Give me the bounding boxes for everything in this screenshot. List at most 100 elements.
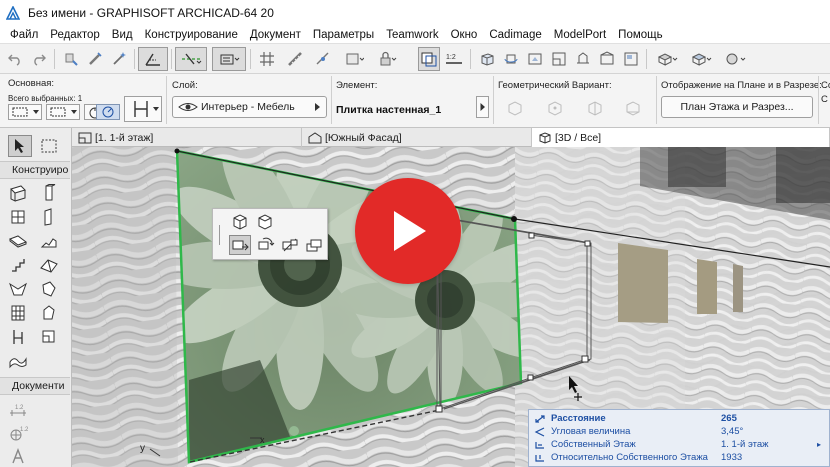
shell-tool[interactable] xyxy=(7,279,29,299)
snap-guides-button[interactable] xyxy=(175,47,207,71)
lock-button[interactable] xyxy=(374,47,402,71)
shading-mode-button[interactable] xyxy=(652,47,682,71)
design-tools-header[interactable]: Конструиро xyxy=(0,161,70,179)
wall-tool[interactable] xyxy=(7,183,29,203)
snap-guides-icon xyxy=(182,53,202,65)
tab-3d-view[interactable]: [3D / Все] xyxy=(532,128,830,147)
tab-south-elevation-label: [Южный Фасад] xyxy=(325,131,402,144)
transform-method-dropdown[interactable] xyxy=(46,104,80,120)
trace-button[interactable] xyxy=(418,47,440,71)
geometry-variant-3[interactable] xyxy=(584,98,606,118)
marquee-tool[interactable] xyxy=(38,136,60,156)
geometry-variant-1[interactable] xyxy=(504,98,526,118)
edit-plane-button[interactable] xyxy=(212,47,246,71)
arrow-tool[interactable] xyxy=(8,135,32,157)
selected-count-label: Всего выбранных: 1 xyxy=(8,94,83,103)
dimension-scale-button[interactable]: 1:2 xyxy=(442,47,466,71)
render-button[interactable] xyxy=(720,47,750,71)
chevron-right-icon[interactable]: ▸ xyxy=(817,440,821,449)
rectangle-method-icon xyxy=(12,107,39,117)
zone-tool[interactable] xyxy=(7,327,29,347)
menu-help[interactable]: Помощь xyxy=(612,29,668,41)
magic-wand-button[interactable] xyxy=(108,47,130,71)
object-tool[interactable] xyxy=(38,303,60,323)
layer-dropdown[interactable]: Интерьер - Мебель xyxy=(172,96,327,118)
menu-options[interactable]: Параметры xyxy=(307,29,380,41)
section-window-button[interactable] xyxy=(572,47,594,71)
cut-off-label-2: С xyxy=(821,94,828,105)
rotate-copy-icon xyxy=(258,237,275,250)
dimension-tool[interactable]: 1.2 xyxy=(7,400,29,420)
orbit-button[interactable] xyxy=(500,47,522,71)
document-tools-header[interactable]: Документи xyxy=(0,377,70,395)
lamp-tool[interactable] xyxy=(38,327,60,347)
beam-tool[interactable] xyxy=(7,207,29,227)
mesh-tool[interactable] xyxy=(7,351,29,371)
plan-window-button[interactable] xyxy=(548,47,570,71)
menu-window[interactable]: Окно xyxy=(445,29,484,41)
stair-tool[interactable] xyxy=(38,231,60,251)
tracker-row-home-story[interactable]: Собственный Этаж 1. 1-й этаж ▸ xyxy=(529,438,829,451)
element-picker-button[interactable] xyxy=(476,96,489,118)
hotspot[interactable] xyxy=(511,216,517,222)
standard-toolbar: 1:2 xyxy=(0,44,830,74)
text-tool[interactable] xyxy=(7,446,29,466)
tracker-row-distance[interactable]: Расстояние 265 xyxy=(529,412,829,425)
grid-snap-button[interactable] xyxy=(256,47,278,71)
drag-icon xyxy=(232,240,249,251)
tab-floor-plan[interactable]: [1. 1-й этаж] xyxy=(72,128,302,147)
menu-document[interactable]: Документ xyxy=(244,29,307,41)
hotspot[interactable] xyxy=(174,148,180,154)
menu-modelport[interactable]: ModelPort xyxy=(548,29,612,41)
rotation-angle-field[interactable] xyxy=(96,104,120,120)
geometry-variant-4[interactable] xyxy=(622,98,644,118)
menu-design[interactable]: Конструирование xyxy=(139,29,244,41)
pick-up-parameters-button[interactable] xyxy=(60,47,82,71)
pet-elevate-icon[interactable] xyxy=(254,212,276,232)
morph-tool[interactable] xyxy=(38,279,60,299)
menu-cadimage[interactable]: Cadimage xyxy=(483,29,547,41)
3d-navigation-button[interactable] xyxy=(476,47,498,71)
layer-combination-button[interactable] xyxy=(340,47,368,71)
roof-tool[interactable] xyxy=(38,255,60,275)
door-tool[interactable] xyxy=(38,207,60,227)
column-tool[interactable] xyxy=(38,183,60,203)
geometry-variant-2[interactable] xyxy=(544,98,566,118)
3d-style-button[interactable] xyxy=(686,47,716,71)
cursor-snap-button[interactable] xyxy=(312,47,334,71)
pet-rotate-icon[interactable] xyxy=(254,235,276,255)
arrow-cursor-icon xyxy=(15,139,24,153)
plan-section-display-button[interactable]: План Этажа и Разрез... xyxy=(661,96,813,118)
tracker-row-angle[interactable]: Угловая величина 3,45° xyxy=(529,425,829,438)
slab-tool[interactable] xyxy=(7,231,29,251)
door-icon xyxy=(44,208,52,226)
menu-edit[interactable]: Редактор xyxy=(44,29,106,41)
3d-window-button[interactable] xyxy=(524,47,546,71)
guide-lines-button[interactable] xyxy=(138,47,168,71)
play-button[interactable] xyxy=(355,178,461,284)
inject-parameters-button[interactable] xyxy=(84,47,106,71)
lamp-icon xyxy=(42,330,55,343)
stair-steps-tool[interactable] xyxy=(7,255,29,275)
pet-palette xyxy=(212,208,328,260)
layout-window-button[interactable] xyxy=(620,47,642,71)
tracker-row-relative-story[interactable]: Относительно Собственного Этажа 1933 xyxy=(529,451,829,464)
object-icon xyxy=(43,305,55,320)
undo-button[interactable] xyxy=(4,47,26,71)
redo-button[interactable] xyxy=(28,47,50,71)
ruler-button[interactable] xyxy=(284,47,306,71)
menu-file[interactable]: Файл xyxy=(4,29,44,41)
geometry-method-dropdown[interactable] xyxy=(8,104,42,120)
floor-plan-icon xyxy=(78,132,92,143)
pet-mirror-icon[interactable] xyxy=(279,235,301,255)
pet-drag-icon[interactable] xyxy=(229,235,251,255)
level-dimension-tool[interactable]: 1.2 xyxy=(7,424,29,444)
pet-3d-move-icon[interactable] xyxy=(229,212,251,232)
tab-south-elevation[interactable]: [Южный Фасад] xyxy=(302,128,532,147)
menu-view[interactable]: Вид xyxy=(106,29,139,41)
pet-elevate-copy-icon[interactable] xyxy=(303,235,325,255)
elevation-window-button[interactable] xyxy=(596,47,618,71)
curtain-wall-tool[interactable] xyxy=(7,303,29,323)
object-settings-button[interactable] xyxy=(124,96,162,122)
menu-teamwork[interactable]: Teamwork xyxy=(380,29,444,41)
